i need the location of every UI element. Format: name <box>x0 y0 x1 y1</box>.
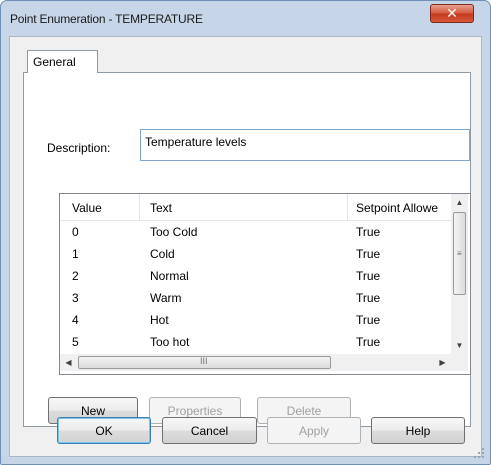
tab-general[interactable]: General <box>27 50 98 73</box>
column-divider[interactable] <box>139 194 140 220</box>
table-row[interactable]: 3 Warm True <box>60 288 451 310</box>
list-header: Value Text Setpoint Allowe <box>60 194 451 221</box>
general-tab-panel: Description: Temperature levels Value Te… <box>23 72 471 427</box>
grip-icon: III <box>200 356 208 366</box>
table-row[interactable]: 2 Normal True <box>60 266 451 288</box>
cell-value: 1 <box>72 247 79 261</box>
window-title: Point Enumeration - TEMPERATURE <box>10 12 203 26</box>
table-row[interactable]: 1 Cold True <box>60 244 451 266</box>
dialog-client-area: General Description: Temperature levels … <box>9 36 482 457</box>
close-button[interactable]: ✕ <box>430 4 474 23</box>
scroll-up-arrow-icon[interactable]: ▲ <box>451 194 468 211</box>
cell-text: Hot <box>150 313 169 327</box>
cell-text: Normal <box>150 269 189 283</box>
cell-text: Too hot <box>150 335 190 349</box>
cell-text: Too Cold <box>150 225 198 239</box>
scroll-down-arrow-icon[interactable]: ▼ <box>451 337 468 354</box>
cell-text: Warm <box>150 291 182 305</box>
apply-button[interactable]: Apply <box>267 417 361 444</box>
close-icon: ✕ <box>446 5 458 22</box>
scroll-left-arrow-icon[interactable]: ◀ <box>60 354 77 371</box>
table-row[interactable]: 0 Too Cold True <box>60 222 451 244</box>
horizontal-scrollbar[interactable]: ◀ III ▶ <box>60 354 451 371</box>
cell-setpoint: True <box>356 335 381 349</box>
help-button[interactable]: Help <box>371 417 465 444</box>
resize-grip-icon[interactable] <box>474 448 486 460</box>
column-header-value[interactable]: Value <box>72 201 142 215</box>
table-row[interactable]: 4 Hot True <box>60 310 451 332</box>
table-row[interactable]: 5 Too hot True <box>60 332 451 354</box>
description-value: Temperature levels <box>145 135 247 149</box>
description-input[interactable]: Temperature levels <box>140 129 470 161</box>
cell-setpoint: True <box>356 225 381 239</box>
cell-value: 4 <box>72 313 79 327</box>
cell-value: 2 <box>72 269 79 283</box>
cell-text: Cold <box>150 247 175 261</box>
description-label: Description: <box>47 141 111 155</box>
cell-setpoint: True <box>356 313 381 327</box>
tab-general-label: General <box>33 55 76 69</box>
ok-button[interactable]: OK <box>57 417 151 444</box>
enumeration-list[interactable]: Value Text Setpoint Allowe 0 Too Cold Tr… <box>59 193 471 375</box>
grip-icon: ≡ <box>457 249 462 258</box>
cell-value: 0 <box>72 225 79 239</box>
cell-setpoint: True <box>356 269 381 283</box>
scrollbar-corner <box>451 354 468 371</box>
column-header-setpoint-allowed[interactable]: Setpoint Allowe <box>356 201 450 215</box>
vertical-scroll-thumb[interactable]: ≡ <box>453 212 466 295</box>
column-divider[interactable] <box>347 194 348 220</box>
dialog-window: Point Enumeration - TEMPERATURE ✕ Genera… <box>0 0 491 465</box>
cell-value: 5 <box>72 335 79 349</box>
cell-setpoint: True <box>356 291 381 305</box>
cancel-button[interactable]: Cancel <box>162 417 257 444</box>
vertical-scrollbar[interactable]: ▲ ≡ ▼ <box>451 194 468 354</box>
horizontal-scroll-thumb[interactable]: III <box>78 356 331 369</box>
title-bar[interactable]: Point Enumeration - TEMPERATURE ✕ <box>1 1 490 37</box>
column-header-text[interactable]: Text <box>150 201 345 215</box>
cell-setpoint: True <box>356 247 381 261</box>
scroll-right-arrow-icon[interactable]: ▶ <box>434 354 451 371</box>
cell-value: 3 <box>72 291 79 305</box>
